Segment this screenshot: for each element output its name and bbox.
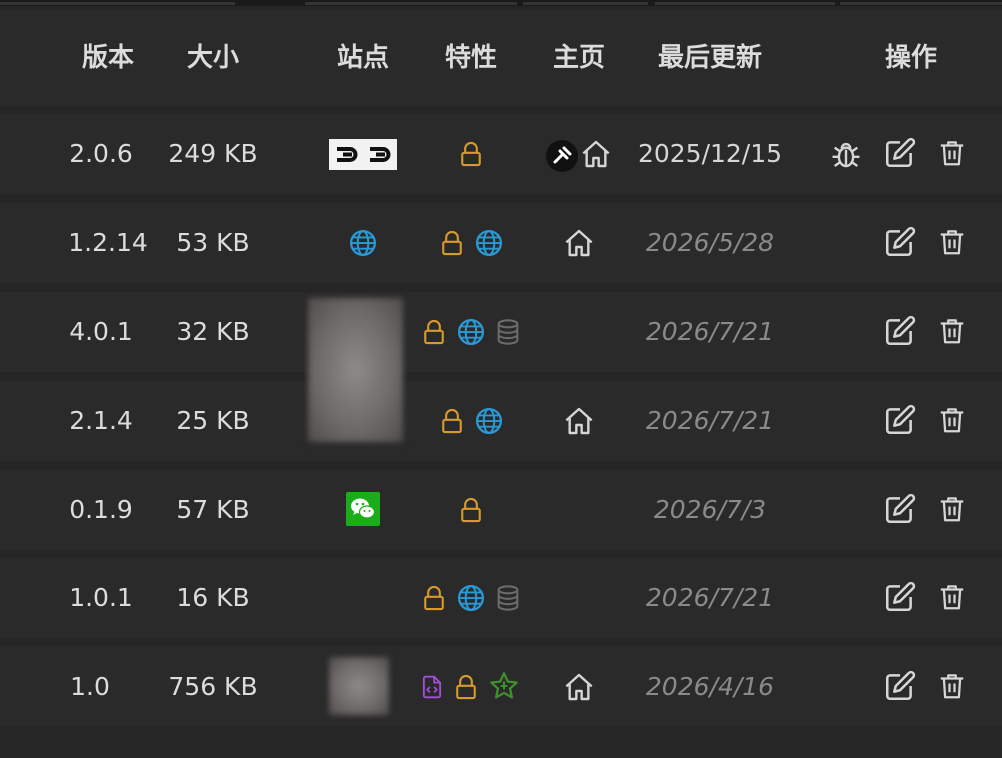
version-cell: 1.0: [70, 672, 110, 701]
column-header-homepage: 主页: [552, 43, 605, 73]
home-icon[interactable]: [563, 671, 595, 703]
version-cell: 2.0.6: [69, 139, 133, 168]
edit-icon[interactable]: [883, 492, 917, 526]
size-cell: 53 KB: [176, 228, 250, 257]
globe-icon: [474, 406, 504, 436]
column-header-actions: 操作: [884, 43, 937, 73]
table-row[interactable]: 1.0 756 KB 2026/4/16: [0, 647, 1002, 727]
size-cell: 16 KB: [176, 583, 250, 612]
lock-icon: [438, 228, 466, 258]
last-updated-cell: 2026/7/21: [645, 317, 775, 346]
last-updated-cell: 2025/12/15: [637, 139, 783, 168]
top-bar: [0, 0, 1002, 6]
globe-icon: [456, 317, 486, 347]
globe-icon: [474, 228, 504, 258]
delete-icon[interactable]: [937, 314, 967, 348]
table-row[interactable]: 1.2.14 53 KB 2026/5/28: [0, 203, 1002, 283]
version-cell: 1.2.14: [68, 228, 148, 257]
table-row[interactable]: 1.0.1 16 KB 2026/7/21: [0, 558, 1002, 638]
blurred-site-image: [308, 298, 403, 442]
globe-icon[interactable]: [348, 228, 378, 258]
delete-icon[interactable]: [937, 403, 967, 437]
column-header-size[interactable]: 大小: [173, 10, 253, 106]
column-header-features: 特性: [444, 43, 497, 73]
last-updated-cell: 2026/7/21: [645, 406, 775, 435]
size-cell: 57 KB: [176, 495, 250, 524]
delete-icon[interactable]: [937, 225, 967, 259]
lock-icon: [452, 672, 480, 702]
globe-icon: [456, 583, 486, 613]
lock-icon: [457, 495, 485, 525]
lock-icon: [457, 139, 485, 169]
column-header-sites: 站点: [336, 43, 389, 73]
lock-icon: [420, 583, 448, 613]
delete-icon[interactable]: [937, 669, 967, 703]
size-cell: 249 KB: [168, 139, 258, 168]
last-updated-cell: 2026/7/3: [653, 495, 767, 524]
code-file-icon: [419, 671, 445, 703]
edit-icon[interactable]: [883, 580, 917, 614]
version-cell: 1.0.1: [69, 583, 133, 612]
version-cell: 4.0.1: [69, 317, 133, 346]
edit-icon[interactable]: [883, 136, 917, 170]
bug-icon[interactable]: [829, 136, 863, 172]
table-row[interactable]: 2.0.6 249 KB 2025/12/15: [0, 114, 1002, 194]
home-icon[interactable]: [563, 227, 595, 259]
edit-icon[interactable]: [883, 225, 917, 259]
blurred-site-image: [329, 657, 389, 715]
version-cell: 0.1.9: [69, 495, 133, 524]
site-badge-arrows[interactable]: [329, 139, 397, 170]
table-row[interactable]: 0.1.9 57 KB 2026/7/3: [0, 470, 1002, 550]
database-icon: [494, 582, 522, 614]
star-icon: [488, 670, 520, 702]
site-favicon[interactable]: [546, 140, 578, 172]
lock-icon: [420, 317, 448, 347]
size-cell: 25 KB: [176, 406, 250, 435]
version-cell: 2.1.4: [69, 406, 133, 435]
last-updated-cell: 2026/4/16: [645, 672, 775, 701]
table-row[interactable]: 2.1.4 25 KB 2026/7/21: [0, 381, 1002, 461]
delete-icon[interactable]: [937, 136, 967, 170]
table-row[interactable]: 4.0.1 32 KB 2026/7/21: [0, 292, 1002, 372]
delete-icon[interactable]: [937, 492, 967, 526]
wechat-icon[interactable]: [346, 492, 380, 526]
edit-icon[interactable]: [883, 669, 917, 703]
edit-icon[interactable]: [883, 403, 917, 437]
size-cell: 756 KB: [168, 672, 258, 701]
database-icon: [494, 316, 522, 348]
last-updated-cell: 2026/5/28: [645, 228, 775, 257]
lock-icon: [438, 406, 466, 436]
home-icon[interactable]: [580, 138, 612, 170]
table-header: 版本 大小 站点 特性 主页 最后更新 操作: [0, 10, 1002, 106]
size-cell: 32 KB: [176, 317, 250, 346]
delete-icon[interactable]: [937, 580, 967, 614]
home-icon[interactable]: [563, 405, 595, 437]
last-updated-cell: 2026/7/21: [645, 583, 775, 612]
column-header-last-updated[interactable]: 最后更新: [640, 10, 780, 106]
column-header-version[interactable]: 版本: [68, 10, 148, 106]
edit-icon[interactable]: [883, 314, 917, 348]
